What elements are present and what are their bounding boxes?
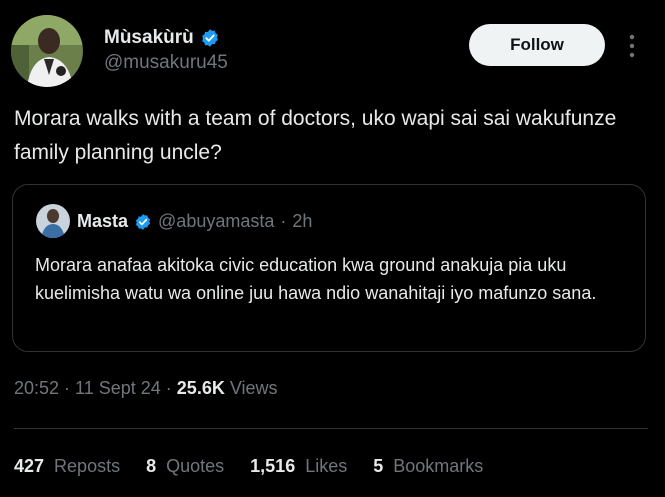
tweet-text: Morara walks with a team of doctors, uko… (14, 107, 617, 164)
engagement-stats: 427 Reposts 8 Quotes 1,516 Likes 5 Bookm… (14, 456, 509, 477)
likes-stat[interactable]: 1,516 Likes (250, 456, 347, 477)
quoted-tweet-card[interactable]: Masta @abuyamasta · 2h Morara anafaa aki… (12, 184, 646, 352)
quoted-separator: · (280, 211, 287, 231)
quoted-tweet-text: Morara anafaa akitoka civic education kw… (35, 255, 597, 303)
tweet-metadata: 20:52 · 11 Sept 24 · 25.6K Views (14, 378, 278, 399)
quoted-avatar-image (36, 204, 70, 238)
quoted-display-name[interactable]: Masta (77, 211, 128, 232)
quoted-header: Masta @abuyamasta · 2h (77, 211, 312, 232)
likes-label: Likes (305, 456, 348, 476)
quotes-count: 8 (146, 456, 157, 476)
meta-separator: · (64, 378, 71, 398)
bookmarks-stat[interactable]: 5 Bookmarks (373, 456, 483, 477)
divider (14, 428, 648, 429)
meta-separator: · (165, 378, 172, 398)
more-vertical-icon[interactable] (626, 33, 638, 59)
reposts-count: 427 (14, 456, 45, 476)
avatar-image (11, 15, 83, 87)
author-display-name[interactable]: Mùsakùrù (104, 27, 194, 49)
quotes-label: Quotes (166, 456, 225, 476)
reposts-stat[interactable]: 427 Reposts (14, 456, 120, 477)
author-name-row: Mùsakùrù (104, 27, 220, 49)
bookmarks-label: Bookmarks (393, 456, 484, 476)
tweet-time[interactable]: 20:52 (14, 378, 59, 399)
tweet-card: Mùsakùrù @musakuru45 Follow Morara walks… (0, 0, 665, 497)
verified-badge-icon (201, 29, 218, 47)
quotes-stat[interactable]: 8 Quotes (146, 456, 224, 477)
likes-count: 1,516 (250, 456, 296, 476)
author-avatar[interactable] (11, 15, 83, 87)
tweet-date[interactable]: 11 Sept 24 (75, 378, 161, 399)
views-count: 25.6K (176, 378, 225, 398)
quoted-author-avatar[interactable] (36, 204, 70, 238)
verified-badge-icon (135, 213, 151, 230)
reposts-label: Reposts (54, 456, 121, 476)
author-handle[interactable]: @musakuru45 (104, 52, 228, 74)
bookmarks-count: 5 (373, 456, 384, 476)
views-label: Views (229, 378, 278, 398)
quoted-handle[interactable]: @abuyamasta (158, 211, 274, 232)
quoted-timestamp[interactable]: 2h (292, 211, 312, 232)
follow-button[interactable]: Follow (469, 24, 605, 66)
